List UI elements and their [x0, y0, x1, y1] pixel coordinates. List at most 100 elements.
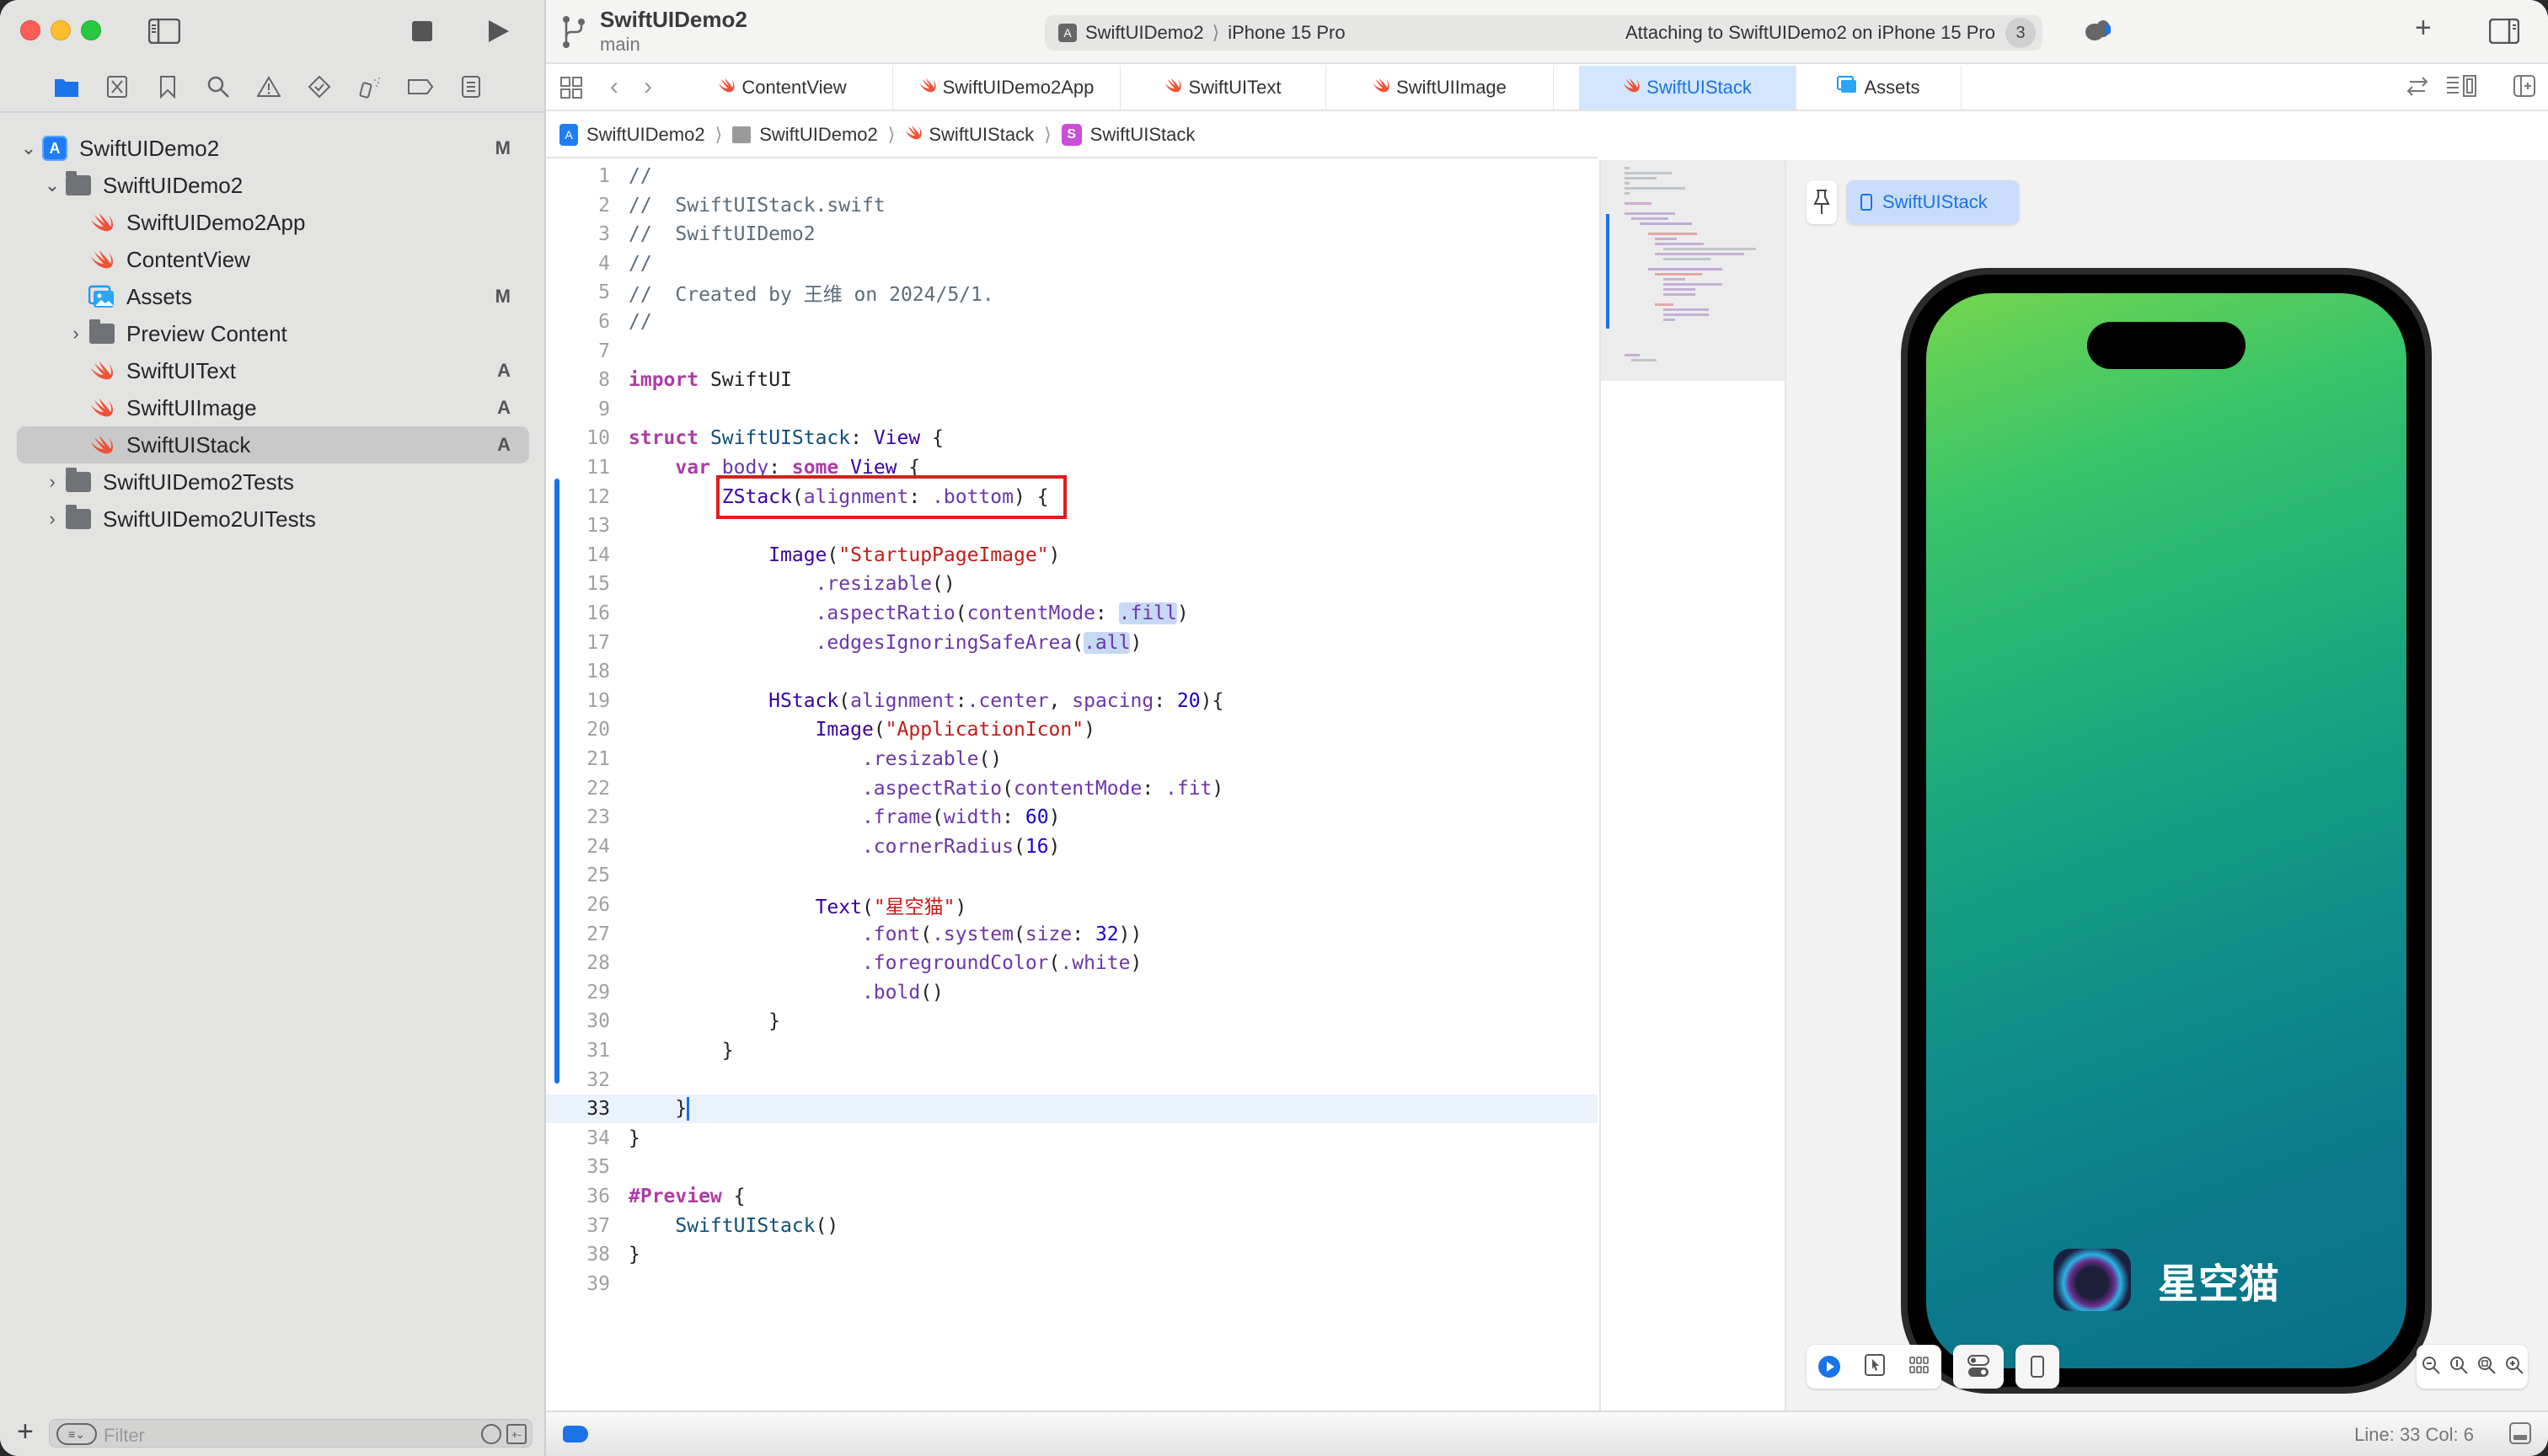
add-editor-button[interactable] [2513, 74, 2536, 102]
tree-item-folder[interactable]: › SwiftUIDemo2UITests [17, 500, 529, 538]
code-line[interactable]: 7 [546, 337, 1598, 366]
chevron-right-icon[interactable]: › [64, 323, 88, 345]
line-number[interactable]: 32 [546, 1069, 610, 1091]
code-line[interactable]: 6 // [546, 308, 1598, 336]
line-number[interactable]: 4 [546, 253, 610, 275]
code-line[interactable]: 21 .resizable() [546, 745, 1598, 774]
run-destination-selector[interactable]: iPhone 15 Pro [1228, 22, 1345, 44]
line-number[interactable]: 11 [546, 457, 610, 479]
code-line[interactable]: 28 .foregroundColor(.white) [546, 949, 1598, 977]
breakpoints-toggle-icon[interactable] [563, 1426, 588, 1443]
line-number[interactable]: 39 [546, 1273, 610, 1295]
code-line[interactable]: 37 SwiftUIStack() [546, 1212, 1598, 1240]
preview-selector-chip[interactable]: SwiftUIStack [1847, 180, 2019, 224]
code-line[interactable]: 13 [546, 511, 1598, 540]
tree-item-project[interactable]: ⌄ A SwiftUIDemo2 M [17, 130, 529, 167]
chevron-down-icon[interactable]: ⌄ [17, 137, 40, 159]
chevron-down-icon[interactable]: ⌄ [40, 174, 64, 196]
code-line[interactable]: 25 [546, 861, 1598, 890]
line-number[interactable]: 18 [546, 661, 610, 682]
line-number[interactable]: 8 [546, 369, 610, 391]
filter-options-icon[interactable]: ≡⌄ [56, 1423, 97, 1445]
line-number[interactable]: 30 [546, 1010, 610, 1032]
filter-input[interactable]: ≡⌄ Filter +- [49, 1419, 533, 1448]
tab-assets[interactable]: Assets [1796, 66, 1962, 110]
code-line[interactable]: 20 Image("ApplicationIcon") [546, 715, 1598, 744]
toggle-inspector-button[interactable] [2488, 18, 2520, 51]
line-number[interactable]: 21 [546, 748, 610, 770]
line-number[interactable]: 13 [546, 515, 610, 537]
code-line[interactable]: 24 .cornerRadius(16) [546, 832, 1598, 861]
tree-item-folder[interactable]: › SwiftUIDemo2Tests [17, 463, 529, 500]
stop-button[interactable] [411, 20, 433, 46]
code-line[interactable]: 26 Text("星空猫") [546, 891, 1598, 919]
code-line[interactable]: 35 [546, 1153, 1598, 1181]
activity-count-badge[interactable]: 3 [2005, 18, 2036, 48]
breakpoint-navigator-tab[interactable] [404, 71, 436, 103]
line-number[interactable]: 26 [546, 894, 610, 916]
close-window-button[interactable] [20, 20, 40, 40]
tree-item-file[interactable]: SwiftUIImage A [17, 389, 529, 426]
code-line[interactable]: 9 [546, 395, 1598, 424]
project-navigator-tab[interactable] [51, 71, 83, 103]
tab-swiftuistack[interactable]: SwiftUIStack [1579, 66, 1796, 110]
line-number[interactable]: 23 [546, 806, 610, 828]
line-number[interactable]: 28 [546, 952, 610, 974]
chevron-right-icon[interactable]: › [40, 508, 64, 530]
preview-screen[interactable]: 星空猫 [1926, 293, 2406, 1368]
line-number[interactable]: 9 [546, 399, 610, 420]
minimize-window-button[interactable] [51, 20, 71, 40]
tree-item-file[interactable]: ContentView [17, 241, 529, 278]
add-file-button[interactable]: + [17, 1416, 34, 1448]
line-number[interactable]: 27 [546, 923, 610, 945]
report-navigator-tab[interactable] [455, 71, 487, 103]
line-number[interactable]: 37 [546, 1215, 610, 1237]
code-line[interactable]: 2 // SwiftUIStack.swift [546, 191, 1598, 220]
recent-files-icon[interactable] [481, 1424, 501, 1444]
tree-item-folder[interactable]: › Preview Content [17, 315, 529, 352]
tab-swiftuidemo2app[interactable]: SwiftUIDemo2App [893, 66, 1121, 110]
run-button[interactable] [487, 19, 511, 48]
toggle-navigator-button[interactable] [147, 18, 181, 48]
cloud-status-icon[interactable] [2083, 17, 2113, 50]
zoom-fit-button[interactable] [2477, 1356, 2496, 1378]
code-line[interactable]: 14 Image("StartupPageImage") [546, 541, 1598, 570]
pin-preview-button[interactable] [1807, 180, 1837, 224]
code-line[interactable]: 22 .aspectRatio(contentMode: .fit) [546, 774, 1598, 803]
debug-navigator-tab[interactable] [354, 71, 386, 103]
variants-button[interactable] [1908, 1356, 1930, 1378]
breadcrumb-item-folder[interactable]: SwiftUIDemo2 [732, 124, 878, 146]
test-navigator-tab[interactable] [303, 71, 335, 103]
line-number[interactable]: 36 [546, 1186, 610, 1207]
line-number[interactable]: 34 [546, 1127, 610, 1149]
code-line[interactable]: 30 } [546, 1007, 1598, 1036]
code-line[interactable]: 29 .bold() [546, 978, 1598, 1007]
bookmark-navigator-tab[interactable] [152, 71, 184, 103]
zoom-actual-size-button[interactable] [2449, 1356, 2468, 1378]
scheme-selector[interactable]: SwiftUIDemo2 [1085, 22, 1204, 44]
tree-item-assets[interactable]: Assets M [17, 278, 529, 315]
line-number[interactable]: 5 [546, 281, 610, 303]
tree-item-file[interactable]: SwiftUIText A [17, 352, 529, 389]
line-number[interactable]: 6 [546, 311, 610, 333]
toggle-debug-area-button[interactable] [2509, 1422, 2531, 1444]
code-line[interactable]: 15 .resizable() [546, 570, 1598, 598]
code-line[interactable]: 10 struct SwiftUIStack: View { [546, 424, 1598, 452]
code-line[interactable]: 33 } [546, 1095, 1598, 1124]
line-number[interactable]: 12 [546, 486, 610, 508]
code-line[interactable]: 31 } [546, 1036, 1598, 1065]
add-library-button[interactable]: + [2415, 12, 2432, 45]
selectable-mode-button[interactable] [1864, 1353, 1885, 1380]
code-line[interactable]: 8 import SwiftUI [546, 366, 1598, 394]
source-control-filter-icon[interactable]: +- [506, 1424, 527, 1444]
code-line[interactable]: 17 .edgesIgnoringSafeArea(.all) [546, 629, 1598, 657]
line-number[interactable]: 15 [546, 573, 610, 595]
line-number[interactable]: 35 [546, 1156, 610, 1178]
canvas-settings-button[interactable] [1953, 1345, 2004, 1389]
line-number[interactable]: 22 [546, 778, 610, 800]
tab-swiftuitext[interactable]: SwiftUIText [1121, 66, 1326, 110]
line-number[interactable]: 29 [546, 982, 610, 1004]
editor-options-button[interactable] [2445, 74, 2479, 102]
live-preview-button[interactable] [1818, 1356, 1841, 1378]
line-number[interactable]: 33 [546, 1098, 610, 1120]
